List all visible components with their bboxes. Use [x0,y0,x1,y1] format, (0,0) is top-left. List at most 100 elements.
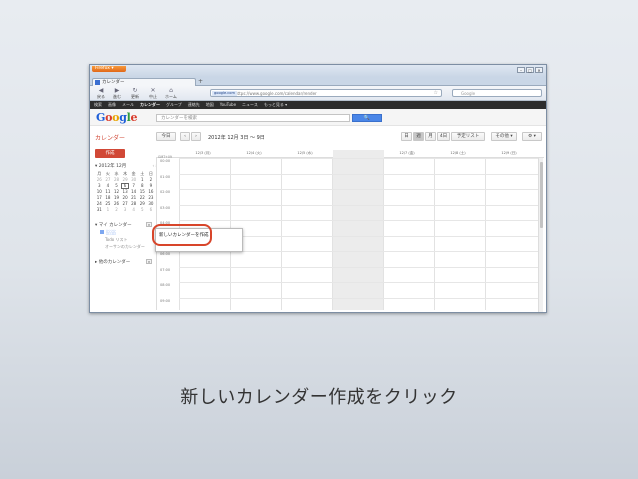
day-header[interactable]: 12/4 (火) [229,151,279,156]
scrollbar-thumb[interactable] [540,162,543,228]
search-button[interactable]: 🔍 [352,114,382,122]
url-bar[interactable]: google.com https://www.google.com/calend… [210,89,442,97]
date-range: 2012年 12月 3日 ～ 9日 [208,135,265,141]
back-button[interactable]: ◀ 戻る [94,87,108,100]
day-header[interactable]: 12/8 (土) [433,151,483,156]
day-column-line [332,158,333,310]
nav-button-label: 戻る [97,94,105,99]
nav-button-label: 更新 [131,94,139,99]
more-button[interactable]: その他 ▾ [491,132,517,141]
day-header[interactable]: 12/3 (月) [178,151,228,156]
reload-button[interactable]: ↻ 更新 [128,87,142,100]
day-column-line [485,158,486,310]
tab-strip: カレンダー + [90,77,546,86]
gbar-link[interactable]: 検索 [94,102,102,107]
hour-line [179,173,541,175]
site-identity[interactable]: google.com [212,91,237,96]
search-engine-label: Google [461,91,476,96]
hour-line [179,204,541,206]
browser-search-input[interactable]: Google [452,89,542,97]
gbar-link[interactable]: 地図 [206,102,214,107]
hour-label: 08:00 [160,283,171,287]
other-calendars-header[interactable]: ▸ 他のカレンダー [95,259,130,265]
calendar-search-input[interactable]: カレンダーを検索 [156,114,350,122]
day-header[interactable]: 12/9 (日) [484,151,534,156]
gbar-link[interactable]: グループ [166,102,182,107]
mini-week-row: 31 1 2 3 4 5 6 [95,207,157,213]
calendar-item-primary[interactable]: ░░░ [100,230,116,236]
prev-week-button[interactable]: ‹ [180,132,190,141]
my-calendars-header[interactable]: ▾ マイ カレンダー [95,222,132,228]
today-button[interactable]: 今日 [156,132,176,141]
settings-button[interactable]: ⚙ ▾ [522,132,542,141]
gbar-link[interactable]: 画像 [108,102,116,107]
bookmark-star-icon[interactable]: ☆ [434,90,438,97]
gbar-link[interactable]: カレンダー [140,102,160,107]
gbar-link[interactable]: YouTube [220,102,236,107]
firefox-menu-button[interactable]: Firefox ▾ [92,66,126,72]
view-week-button[interactable]: 週 [413,132,424,141]
hour-label: 06:00 [160,252,171,256]
gbar-link[interactable]: もっと見る ▾ [264,102,287,107]
google-bar: 検索 画像 メール カレンダー グループ 連絡先 地図 YouTube ニュース もっと見る ▾ [90,101,546,109]
nav-button-label: ホーム [165,94,177,99]
home-icon: ⌂ [169,87,173,94]
day-column-line [383,158,384,310]
gbar-link[interactable]: ニュース [242,102,258,107]
mini-day[interactable]: 4 [129,207,138,213]
home-button[interactable]: ⌂ ホーム [164,87,178,100]
my-calendars-menu-icon[interactable]: ▾ [146,222,152,227]
hour-line [179,189,541,190]
view-day-button[interactable]: 日 [401,132,412,141]
maximize-button[interactable]: □ [526,67,534,73]
mini-day[interactable]: 2 [112,207,121,213]
stop-button[interactable]: ✕ 中止 [146,87,160,100]
tab-title: カレンダー [102,80,125,85]
google-logo[interactable]: Google [96,111,137,124]
next-week-button[interactable]: › [191,132,201,141]
minimize-button[interactable]: – [517,67,525,73]
calendar-item-todo[interactable]: Todo リスト [105,237,127,243]
stop-icon: ✕ [150,87,156,94]
create-button[interactable]: 作成 [95,149,125,158]
mini-calendar-title[interactable]: ▾ 2012年 12月 [95,163,157,171]
caption: 新しいカレンダー作成をクリック [180,387,458,408]
nav-button-label: 中止 [149,94,157,99]
view-agenda-button[interactable]: 予定リスト [451,132,485,141]
calendar-header: Google カレンダーを検索 🔍 [90,109,546,126]
mini-day[interactable]: 31 [95,207,104,213]
other-calendars-menu-icon[interactable]: ▾ [146,259,152,264]
hour-line [179,220,541,221]
hour-label: 09:00 [160,298,171,303]
mini-calendar: ▾ 2012年 12月 ‹ › 月火水木金土日 26 27 28 29 30 1 2 3 4 5 6 7… [95,163,157,213]
hour-line [179,158,541,159]
day-column-line [281,158,282,310]
hour-line [179,282,541,283]
browser-tab[interactable]: カレンダー [92,78,196,86]
view-month-button[interactable]: 月 [425,132,436,141]
new-tab-button[interactable]: + [198,78,203,86]
forward-button[interactable]: ▶ 進む [110,87,124,100]
calendar-item-other[interactable]: オーサンのカレンダー [105,244,145,250]
url-text: https://www.google.com/calendar/render [235,91,317,96]
day-header[interactable]: 12/7 (金) [382,151,432,156]
gbar-link[interactable]: 連絡先 [188,102,200,107]
app-title[interactable]: カレンダー [95,133,125,142]
mini-day[interactable]: 6 [147,207,156,213]
gbar-link[interactable]: メール [122,102,134,107]
window-controls: – □ ✕ [517,67,543,73]
day-header[interactable]: 12/5 (水) [280,151,330,156]
hour-line [179,297,541,299]
nav-button-label: 進む [113,94,121,99]
reload-icon: ↻ [132,87,138,94]
close-button[interactable]: ✕ [535,67,543,73]
hour-label: 02:00 [160,190,171,194]
hour-label: 07:00 [160,267,171,272]
screenshot-frame: Firefox ▾ – □ ✕ カレンダー + ◀ 戻る ▶ 進む ↻ 更新 ✕ 中止 ⌂ ホーム… [89,64,547,313]
scrollbar[interactable] [538,158,543,312]
mini-day[interactable]: 1 [104,207,113,213]
mini-day[interactable]: 3 [121,207,130,213]
mini-day[interactable]: 5 [138,207,147,213]
back-icon: ◀ [98,87,104,94]
view-4day-button[interactable]: 4日 [437,132,450,141]
